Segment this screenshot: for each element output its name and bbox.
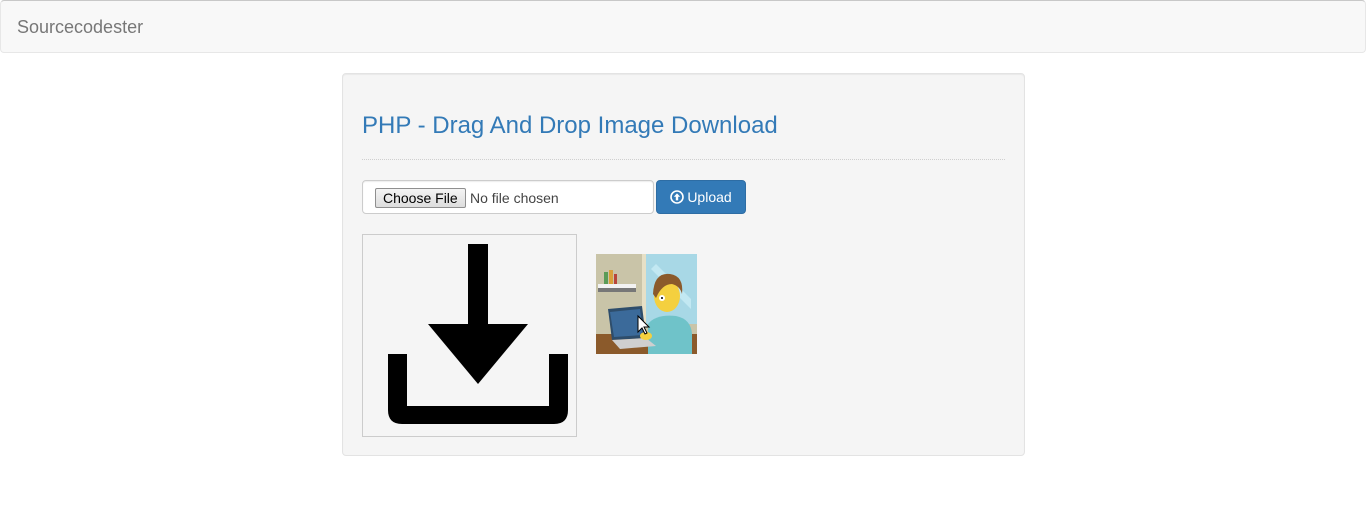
divider xyxy=(362,159,1005,160)
download-icon xyxy=(388,244,568,424)
upload-button-label: Upload xyxy=(687,189,732,205)
file-input[interactable]: Choose File No file chosen xyxy=(362,180,654,214)
circle-arrow-up-icon xyxy=(670,183,685,204)
page-title: PHP - Drag And Drop Image Download xyxy=(362,112,778,139)
navbar: Sourcecodester xyxy=(0,0,1366,53)
upload-button[interactable]: Upload xyxy=(656,180,746,214)
choose-file-button[interactable]: Choose File xyxy=(375,188,466,208)
navbar-brand[interactable]: Sourcecodester xyxy=(17,17,143,37)
cartoon-user-laptop-image xyxy=(596,254,697,354)
file-status-text: No file chosen xyxy=(470,190,559,206)
main-panel: PHP - Drag And Drop Image Download Choos… xyxy=(342,73,1025,456)
image-thumbnail[interactable] xyxy=(596,254,697,354)
drop-zone[interactable] xyxy=(362,234,577,437)
